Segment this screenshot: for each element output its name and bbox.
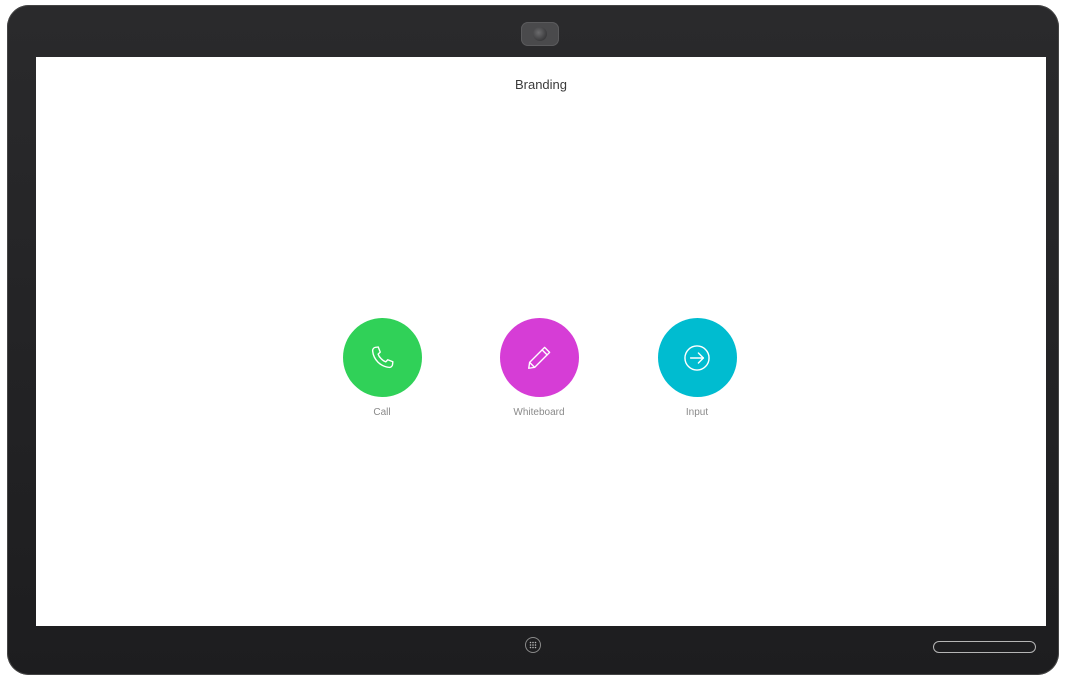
home-screen: Branding Call Whiteboard Input xyxy=(36,57,1046,626)
whiteboard-label: Whiteboard xyxy=(513,407,565,418)
input-label: Input xyxy=(685,407,709,418)
pencil-icon xyxy=(528,346,551,369)
arrow-right-circle-icon xyxy=(684,344,710,371)
camera-icon xyxy=(521,22,559,46)
camera-lens xyxy=(533,27,547,41)
action-buttons: Call Whiteboard Input xyxy=(36,318,1046,428)
home-button[interactable] xyxy=(525,637,541,653)
input-circle[interactable] xyxy=(657,318,737,397)
branding-label: Branding xyxy=(514,77,568,92)
call-button[interactable]: Call xyxy=(327,318,437,418)
input-button[interactable]: Input xyxy=(642,318,752,418)
pen-holder xyxy=(933,641,1036,653)
apps-grid-icon xyxy=(529,641,537,649)
whiteboard-circle[interactable] xyxy=(499,318,579,397)
device-frame: Branding Call Whiteboard Input xyxy=(7,5,1059,675)
call-circle[interactable] xyxy=(342,318,422,397)
phone-icon xyxy=(371,345,394,368)
call-label: Call xyxy=(373,407,391,418)
whiteboard-button[interactable]: Whiteboard xyxy=(484,318,594,418)
